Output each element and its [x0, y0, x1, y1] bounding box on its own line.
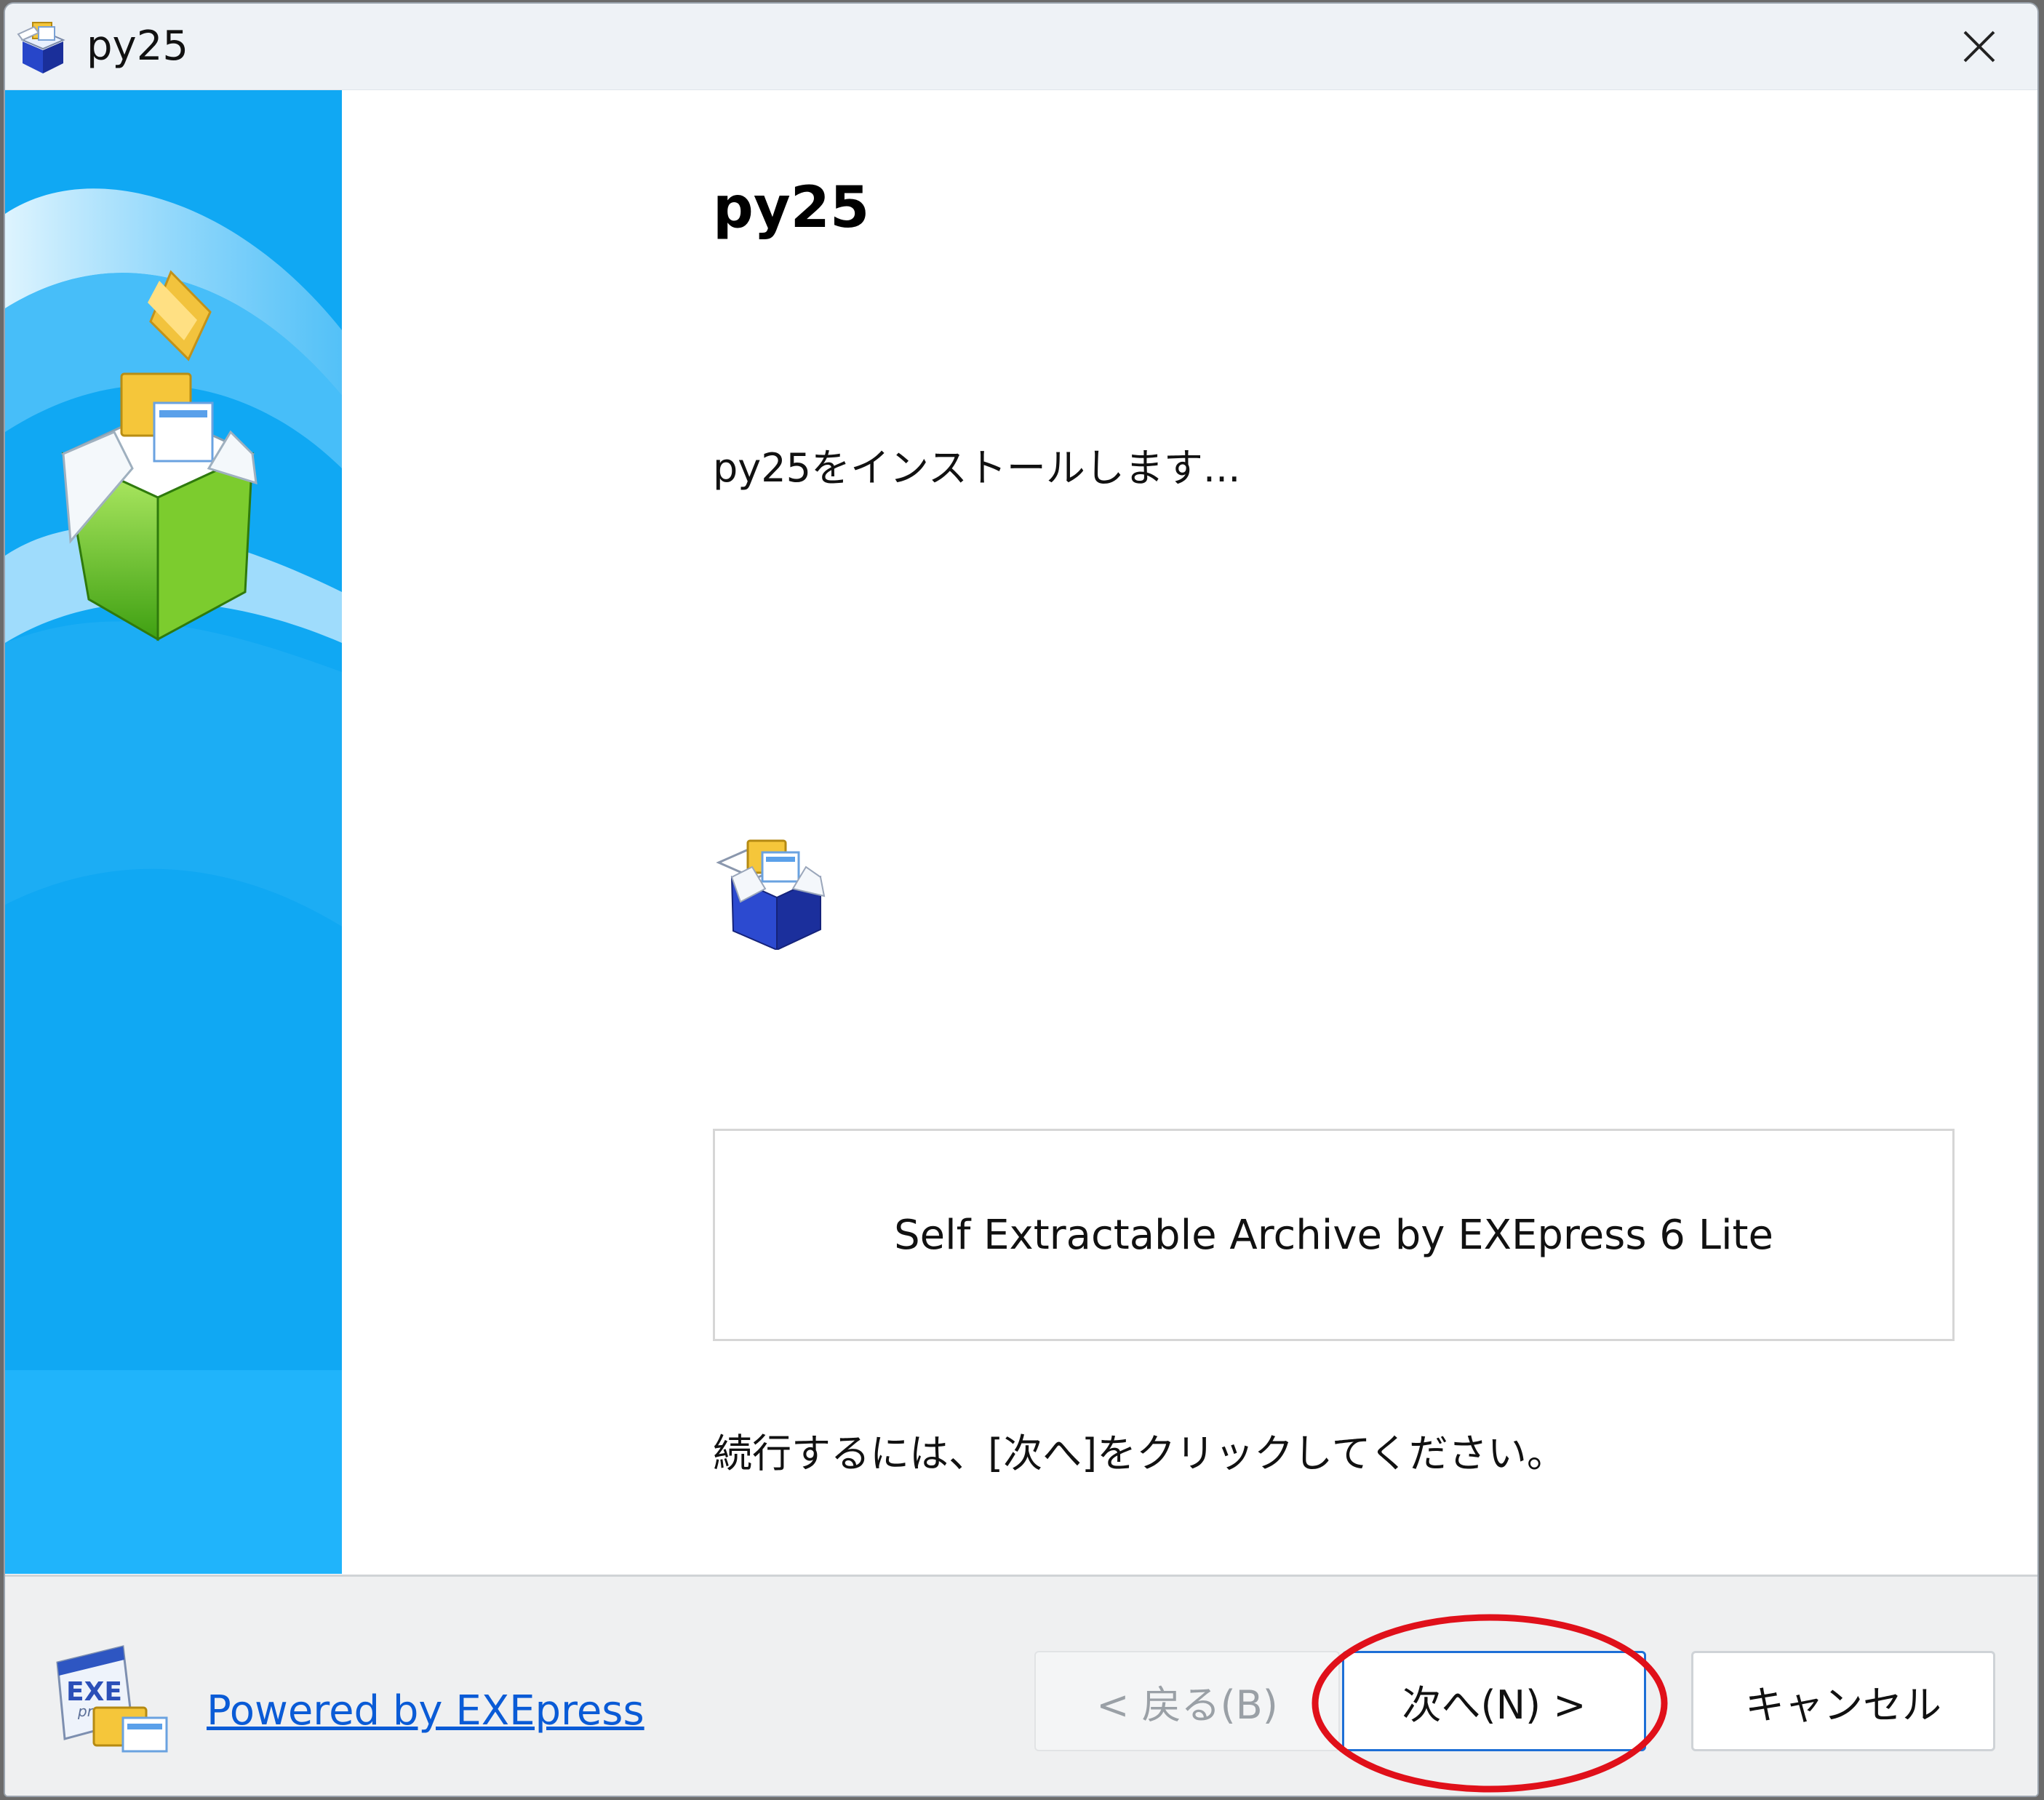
close-icon	[1963, 31, 1995, 63]
close-button[interactable]	[1921, 4, 2037, 89]
exepress-logo-icon: EXE press	[56, 1645, 168, 1753]
intro-text: py25をインストールします...	[713, 445, 1241, 491]
back-button[interactable]: < 戻る(B)	[1034, 1651, 1340, 1751]
page-title: py25	[713, 175, 870, 241]
banner-artwork	[5, 90, 342, 1574]
powered-by-link[interactable]: Powered by EXEpress	[207, 1686, 644, 1737]
cancel-button[interactable]: キャンセル	[1691, 1651, 1995, 1751]
footer-bar: EXE press Powered by EXEpress < 戻る(B) 次へ…	[5, 1575, 2037, 1796]
installer-window: py25 py25 py25をインストールします... Self Extract…	[4, 2, 2039, 1797]
installer-box-icon	[17, 22, 65, 73]
next-button[interactable]: 次へ(N) >	[1342, 1651, 1646, 1751]
instruction-text: 続行するには、[次へ]をクリックしてください。	[713, 1431, 1566, 1476]
side-banner	[5, 90, 342, 1574]
archive-text: Self Extractable Archive by EXEpress 6 L…	[894, 1211, 1773, 1259]
title-bar[interactable]: py25	[5, 4, 2037, 90]
content-panel: py25 py25をインストールします... Self Extractable …	[342, 90, 2037, 1574]
window-title: py25	[87, 23, 188, 70]
archive-info-box: Self Extractable Archive by EXEpress 6 L…	[713, 1129, 1955, 1341]
installer-box-icon	[716, 839, 826, 950]
